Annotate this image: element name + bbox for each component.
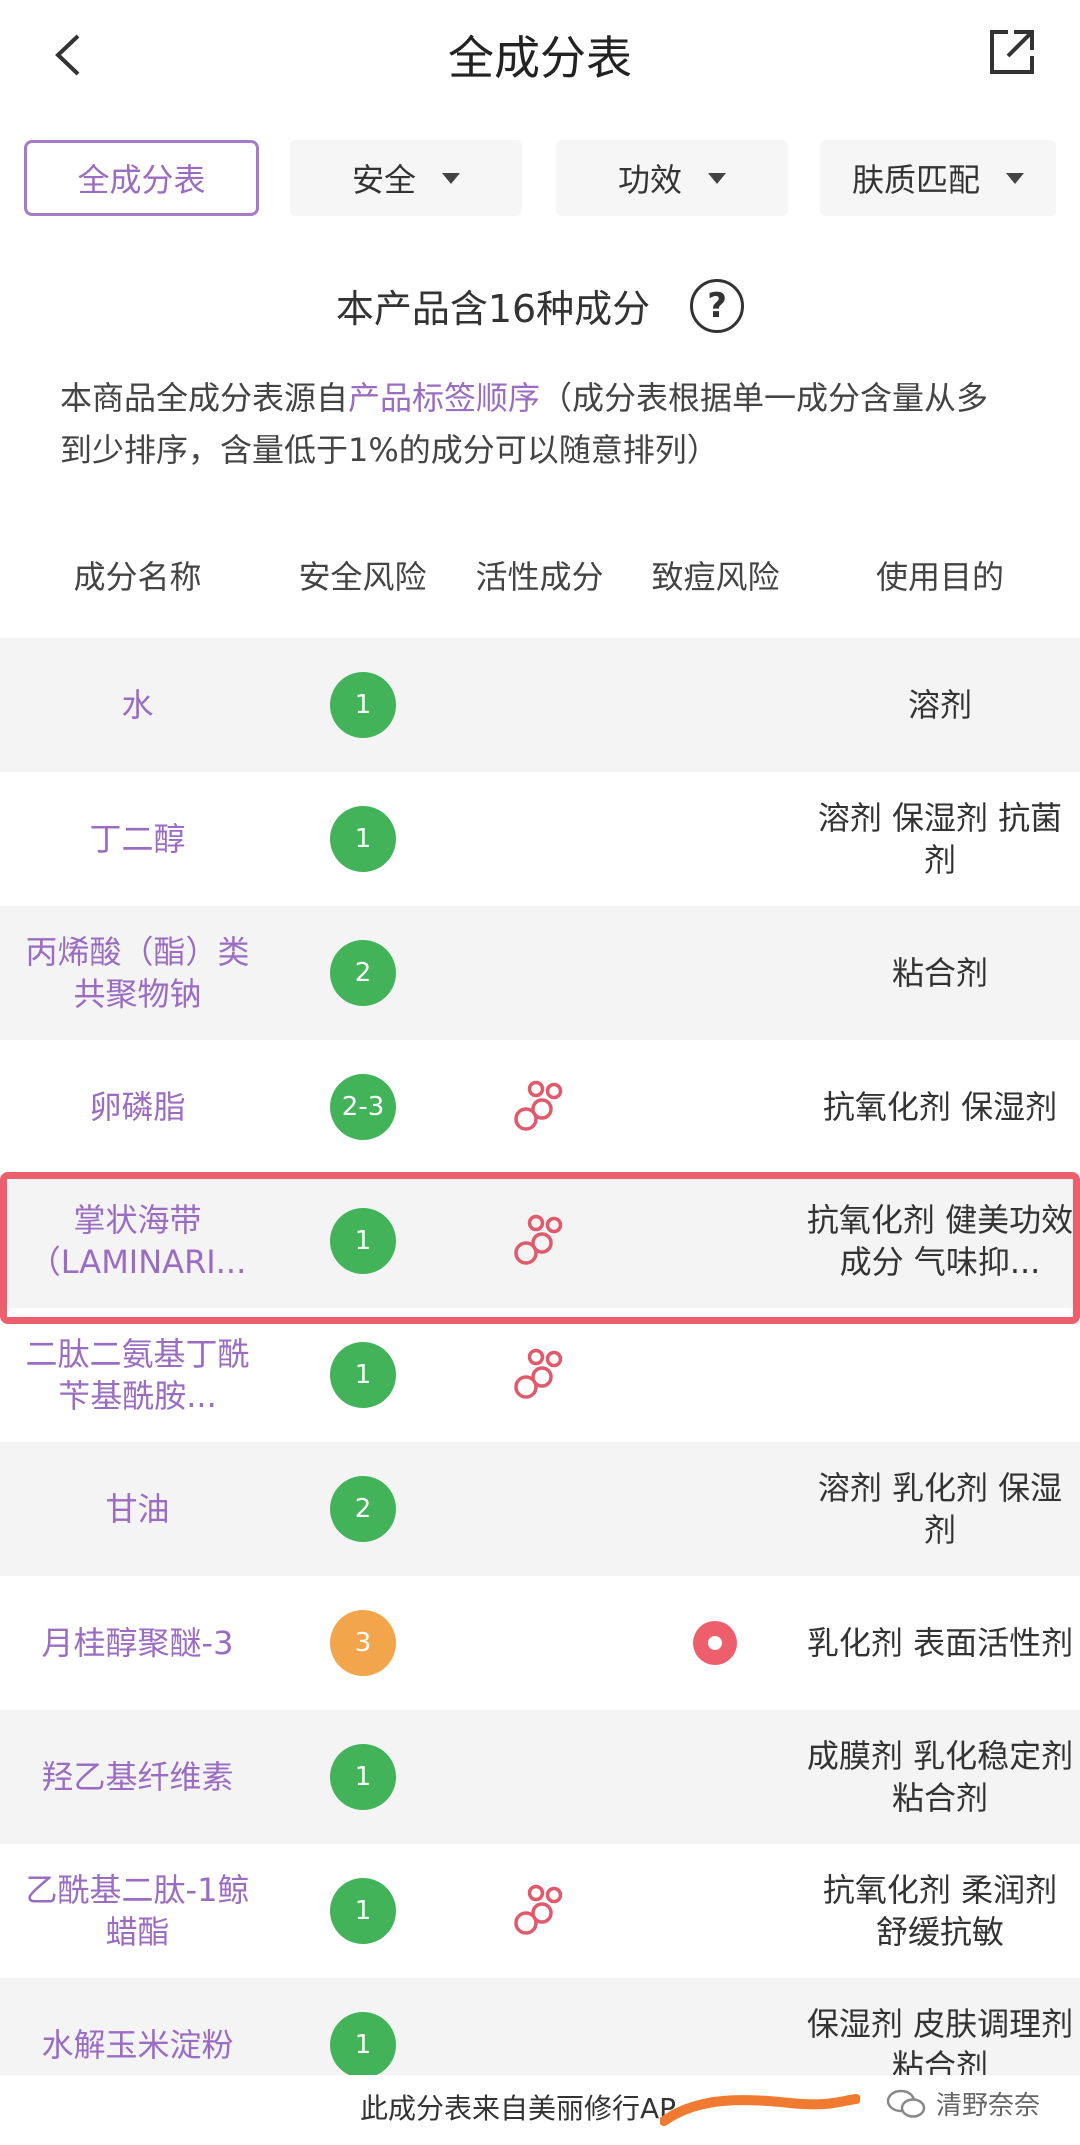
column-header-purpose: 使用目的	[875, 558, 1004, 596]
safety-score-badge: 2-3	[330, 1074, 396, 1140]
ingredient-name[interactable]: 丙烯酸（酯）类共聚物钠	[10, 906, 265, 1040]
safety-score-badge: 1	[330, 1208, 396, 1274]
tab-label: 功效	[617, 161, 682, 199]
safety-score-badge: 1	[330, 1878, 396, 1944]
summary-heading: 本产品含16种成分 ?	[0, 278, 1080, 333]
usage-purpose: 乳化剂 表面活性剂	[806, 1624, 1074, 1662]
dropdown-caret-icon	[442, 172, 460, 184]
safety-score-badge: 1	[330, 806, 396, 872]
ingredient-name[interactable]: 乙酰基二肽-1鲸蜡酯	[10, 1844, 265, 1978]
usage-purpose	[800, 1308, 1080, 1442]
active-ingredient-icon	[508, 1174, 568, 1308]
table-row[interactable]: 二肽二氨基丁酰苄基酰胺... 1	[0, 1308, 1080, 1442]
active-ingredient-icon	[508, 1844, 568, 1978]
safety-cell: 1	[328, 1174, 398, 1308]
ingredient-name[interactable]: 月桂醇聚醚-3	[10, 1576, 265, 1710]
filter-tabs: 全成分表 安全 功效 肤质匹配	[0, 140, 1080, 216]
usage-purpose: 抗氧化剂 健美功效成分 气味抑...	[806, 1201, 1074, 1281]
active-ingredient-icon	[508, 1040, 568, 1174]
ingredient-name[interactable]: 水	[10, 638, 265, 772]
tab-label: 肤质匹配	[851, 161, 980, 199]
acne-risk-cell	[690, 1576, 740, 1710]
usage-purpose: 溶剂 保湿剂 抗菌剂	[817, 799, 1063, 879]
ingredient-name[interactable]: 羟乙基纤维素	[10, 1710, 265, 1844]
watermark: 清野奈奈	[886, 2085, 1040, 2122]
ingredient-name[interactable]: 掌状海带（LAMINARI...	[10, 1174, 265, 1308]
usage-purpose: 成膜剂 乳化稳定剂 粘合剂	[806, 1737, 1074, 1817]
usage-purpose: 抗氧化剂 柔润剂 舒缓抗敏	[822, 1871, 1058, 1951]
table-row[interactable]: 乙酰基二肽-1鲸蜡酯 1 抗氧化剂 柔润剂 舒缓抗敏	[0, 1844, 1080, 1978]
table-row[interactable]: 丙烯酸（酯）类共聚物钠 2 粘合剂	[0, 906, 1080, 1040]
usage-purpose: 粘合剂	[891, 954, 988, 992]
safety-cell: 2-3	[328, 1040, 398, 1174]
table-row[interactable]: 卵磷脂 2-3 抗氧化剂 保湿剂	[0, 1040, 1080, 1174]
column-header-name: 成分名称	[73, 558, 202, 596]
page-title: 全成分表	[448, 31, 632, 85]
safety-cell: 1	[328, 1844, 398, 1978]
safety-cell: 2	[328, 906, 398, 1040]
source-description: 本商品全成分表源自产品标签顺序（成分表根据单一成分含量从多到少排序，含量低于1%…	[60, 372, 1020, 476]
footer: 此成分表来自美丽修行AP 清野奈奈	[0, 2075, 1080, 2145]
dropdown-caret-icon	[708, 172, 726, 184]
usage-purpose: 溶剂	[907, 686, 972, 724]
wechat-icon	[886, 2089, 926, 2118]
help-icon[interactable]: ?	[690, 278, 745, 333]
table-row[interactable]: 羟乙基纤维素 1 成膜剂 乳化稳定剂 粘合剂	[0, 1710, 1080, 1844]
desc-text: 本商品全成分表源自	[60, 379, 349, 417]
table-row[interactable]: 月桂醇聚醚-3 3 乳化剂 表面活性剂	[0, 1576, 1080, 1710]
table-row[interactable]: 掌状海带（LAMINARI... 1 抗氧化剂 健美功效成分 气味抑...	[0, 1174, 1080, 1308]
ingredient-table: 水 1 溶剂 丁二醇 1 溶剂 保湿剂 抗菌剂 丙烯酸（酯）类共聚物钠 2 粘合剂 卵磷脂 2-3 抗…	[0, 638, 1080, 2112]
tab-label: 安全	[351, 161, 416, 199]
safety-cell: 1	[328, 638, 398, 772]
source-note: 此成分表来自美丽修行AP	[360, 2092, 677, 2125]
tab-safety[interactable]: 安全	[290, 140, 522, 216]
safety-cell: 1	[328, 772, 398, 906]
tab-efficacy[interactable]: 功效	[556, 140, 788, 216]
ingredient-count: 本产品含16种成分	[335, 287, 651, 331]
safety-cell: 1	[328, 1308, 398, 1442]
table-row[interactable]: 水 1 溶剂	[0, 638, 1080, 772]
safety-score-badge: 2	[330, 940, 396, 1006]
tab-all-ingredients[interactable]: 全成分表	[24, 140, 259, 216]
safety-score-badge: 1	[330, 672, 396, 738]
safety-cell: 1	[328, 1710, 398, 1844]
usage-purpose: 抗氧化剂 保湿剂	[822, 1088, 1058, 1126]
column-header-active: 活性成分	[475, 558, 604, 596]
top-bar: 全成分表	[0, 0, 1080, 110]
dropdown-caret-icon	[1006, 172, 1024, 184]
active-ingredient-icon	[508, 1308, 568, 1442]
watermark-text: 清野奈奈	[935, 2091, 1040, 2121]
ingredient-name[interactable]: 二肽二氨基丁酰苄基酰胺...	[10, 1308, 265, 1442]
safety-score-badge: 3	[330, 1610, 396, 1676]
tab-skin-match[interactable]: 肤质匹配	[820, 140, 1056, 216]
tab-label: 全成分表	[77, 161, 206, 199]
table-row[interactable]: 丁二醇 1 溶剂 保湿剂 抗菌剂	[0, 772, 1080, 906]
ingredient-name[interactable]: 卵磷脂	[10, 1040, 265, 1174]
acne-risk-icon	[693, 1621, 737, 1665]
safety-score-badge: 1	[330, 2012, 396, 2078]
safety-score-badge: 1	[330, 1342, 396, 1408]
column-header-safety: 安全风险	[298, 558, 427, 596]
column-header-acne: 致痘风险	[651, 558, 780, 596]
label-order-link[interactable]: 产品标签顺序	[348, 379, 540, 417]
table-row[interactable]: 甘油 2 溶剂 乳化剂 保湿剂	[0, 1442, 1080, 1576]
safety-cell: 3	[328, 1576, 398, 1710]
safety-score-badge: 2	[330, 1476, 396, 1542]
scribble-mark	[660, 2094, 860, 2126]
ingredient-name[interactable]: 丁二醇	[10, 772, 265, 906]
share-icon[interactable]	[984, 24, 1040, 80]
usage-purpose: 溶剂 乳化剂 保湿剂	[817, 1469, 1063, 1549]
ingredient-name[interactable]: 甘油	[10, 1442, 265, 1576]
safety-score-badge: 1	[330, 1744, 396, 1810]
safety-cell: 2	[328, 1442, 398, 1576]
